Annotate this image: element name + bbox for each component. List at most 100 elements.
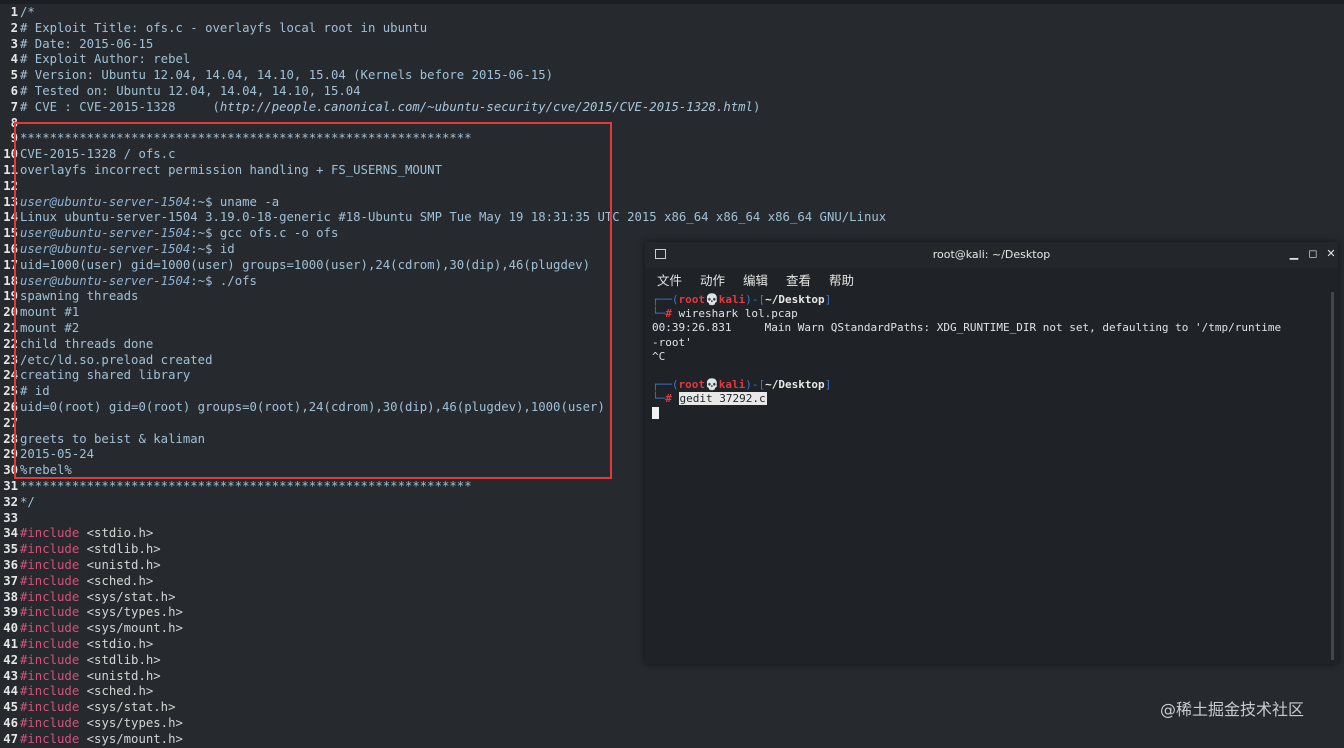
code-line[interactable]: 37 #include <sched.h> — [0, 574, 153, 590]
code-line[interactable]: 12 — [0, 179, 20, 195]
line-code: #include <sys/stat.h> — [18, 590, 175, 606]
code-line[interactable]: 23/etc/ld.so.preload created — [0, 353, 212, 369]
code-token: #include — [20, 605, 80, 620]
code-line[interactable]: 42 #include <stdlib.h> — [0, 653, 161, 669]
code-line[interactable]: 22 child threads done — [0, 337, 153, 353]
menu-edit[interactable]: 编辑 — [743, 273, 768, 288]
code-line[interactable]: 44 #include <sched.h> — [0, 684, 153, 700]
code-line[interactable]: 21 mount #2 — [0, 321, 79, 337]
menu-actions[interactable]: 动作 — [700, 273, 725, 288]
code-line[interactable]: 10 CVE-2015-1328 / ofs.c — [0, 147, 175, 163]
line-code: #include <stdlib.h> — [18, 653, 161, 669]
code-token: ****************************************… — [20, 131, 472, 146]
line-number: 44 — [3, 684, 18, 699]
code-line[interactable]: 13 user@ubuntu-server-1504:~$ uname -a — [0, 195, 279, 211]
code-line[interactable]: 45 #include <sys/stat.h> — [0, 700, 175, 716]
code-line[interactable]: 3 # Date: 2015-06-15 — [0, 37, 154, 53]
code-token: <sys/types.h> — [79, 605, 183, 620]
line-number: 13 — [3, 194, 18, 209]
code-token: <unistd.h> — [79, 558, 161, 572]
code-line[interactable]: 43 #include <unistd.h> — [0, 668, 161, 685]
minimize-icon[interactable]: ▁ — [1287, 246, 1301, 262]
code-line[interactable]: 5 # Version: Ubuntu 12.04, 14.04, 14.10, … — [0, 68, 553, 84]
terminal-scrollbar[interactable] — [1331, 292, 1334, 660]
code-line[interactable]: 27 — [0, 416, 20, 432]
line-number: 39 — [3, 605, 18, 620]
line-number: 45 — [3, 700, 18, 715]
code-line[interactable]: 11 overlayfs incorrect permission handlin… — [0, 163, 442, 179]
code-line[interactable]: 36 #include <unistd.h> — [0, 558, 161, 574]
terminal-titlebar[interactable]: root@kali: ~/Desktop ▁ ◻ ✕ — [645, 242, 1338, 268]
code-line[interactable]: 47 #include <sys/mount.h> — [0, 732, 183, 748]
code-line[interactable]: 17 uid=1000(user) gid=1000(user) groups=1… — [0, 258, 590, 274]
code-line[interactable]: 15 user@ubuntu-server-1504:~$ gcc ofs.c -… — [0, 226, 338, 242]
code-line[interactable]: 24 creating shared library — [0, 368, 190, 384]
line-code: #include <stdio.h> — [18, 637, 153, 653]
code-line[interactable]: 31 **************************************… — [0, 479, 471, 495]
line-code: #include <sys/mount.h> — [18, 732, 183, 748]
code-token: greets to beist & kaliman — [20, 431, 206, 446]
code-line[interactable]: 46 #include <sys/types.h> — [0, 716, 183, 732]
code-line[interactable]: 39 #include <sys/types.h> — [0, 605, 183, 621]
command-line-1: └─# wireshark lol.pcap — [652, 307, 798, 321]
line-code: user@ubuntu-server-1504:~$ id — [18, 242, 235, 258]
code-line[interactable]: 33 — [0, 511, 20, 527]
code-line[interactable]: 41 #include <stdio.h> — [0, 637, 153, 653]
code-line[interactable]: 4 # Exploit Author: rebel — [0, 52, 191, 68]
line-code: user@ubuntu-server-1504:~$ gcc ofs.c -o … — [18, 226, 338, 242]
close-icon[interactable]: ✕ — [1324, 246, 1338, 262]
selected-command[interactable]: gedit 37292.c — [678, 392, 767, 406]
code-line[interactable]: 6 # Tested on: Ubuntu 12.04, 14.04, 14.10… — [0, 84, 361, 100]
line-number: 5 — [10, 68, 18, 83]
code-line[interactable]: 7 # CVE : CVE-2015-1328 (http://people.ca… — [0, 99, 761, 116]
code-line[interactable]: 1/* — [0, 5, 35, 21]
code-token: # Tested on: Ubuntu 12.04, 14.04, 14.10,… — [20, 84, 361, 98]
code-token: #include — [20, 526, 80, 541]
code-line[interactable]: 38 #include <sys/stat.h> — [0, 590, 175, 606]
code-token: %rebel% — [20, 463, 72, 478]
code-token: */ — [20, 494, 35, 509]
code-token: #include — [20, 542, 80, 557]
terminal-window[interactable]: root@kali: ~/Desktop ▁ ◻ ✕ 文件 动作 编辑 查看 帮… — [645, 242, 1338, 664]
menu-help[interactable]: 帮助 — [829, 273, 854, 288]
menu-file[interactable]: 文件 — [657, 273, 682, 288]
code-line[interactable]: 25 # id — [0, 384, 49, 400]
code-token: creating shared library — [20, 368, 191, 383]
code-line[interactable]: 9 ***************************************… — [0, 131, 472, 147]
line-code: spawning threads — [18, 289, 138, 305]
maximize-icon[interactable]: ◻ — [1306, 246, 1320, 262]
code-token: 2015-05-24 — [20, 447, 95, 462]
code-token: user@ubuntu-server-1504 — [20, 226, 191, 241]
code-line[interactable]: 16 user@ubuntu-server-1504:~$ id — [0, 242, 235, 258]
line-number: 40 — [3, 621, 18, 636]
menu-view[interactable]: 查看 — [786, 273, 811, 288]
line-code: 2015-05-24 — [18, 447, 94, 463]
code-line[interactable]: 14 Linux ubuntu-server-1504 3.19.0-18-gen… — [0, 210, 886, 226]
code-token: ) — [752, 99, 761, 114]
code-line[interactable]: 35 #include <stdlib.h> — [0, 542, 160, 558]
terminal-output[interactable]: ┌──(root💀kali)-[~/Desktop] └─# wireshark… — [652, 293, 1328, 421]
line-code: #include <sched.h> — [18, 684, 153, 700]
code-line[interactable]: 32 */ — [0, 495, 35, 511]
code-line[interactable]: 30 %rebel% — [0, 463, 72, 479]
code-line[interactable]: 2 # Exploit Title: ofs.c - overlayfs loca… — [0, 21, 428, 37]
code-line[interactable]: 19 spawning threads — [0, 289, 138, 305]
code-line[interactable]: 26 uid=0(root) gid=0(root) groups=0(root)… — [0, 400, 605, 416]
code-token: # Exploit Author: rebel — [20, 52, 191, 67]
code-line[interactable]: 8 — [0, 116, 20, 132]
code-token: /* — [20, 5, 35, 19]
code-line[interactable]: 40 #include <sys/mount.h> — [0, 621, 183, 637]
line-code: # Date: 2015-06-15 — [18, 37, 153, 53]
line-code: user@ubuntu-server-1504:~$ uname -a — [18, 195, 279, 211]
output-line-2: -root' — [652, 335, 692, 349]
line-number: 14 — [3, 210, 18, 225]
code-line[interactable]: 34 #include <stdio.h> — [0, 526, 153, 542]
code-line[interactable]: 28 greets to beist & kaliman — [0, 432, 205, 448]
code-line[interactable]: 29 2015-05-24 — [0, 447, 94, 463]
code-line[interactable]: 20 mount #1 — [0, 305, 79, 321]
code-token: spawning threads — [20, 289, 139, 304]
code-token: <unistd.h> — [79, 668, 161, 683]
code-line[interactable]: 18 user@ubuntu-server-1504:~$ ./ofs — [0, 274, 257, 290]
line-number: 18 — [3, 273, 18, 288]
